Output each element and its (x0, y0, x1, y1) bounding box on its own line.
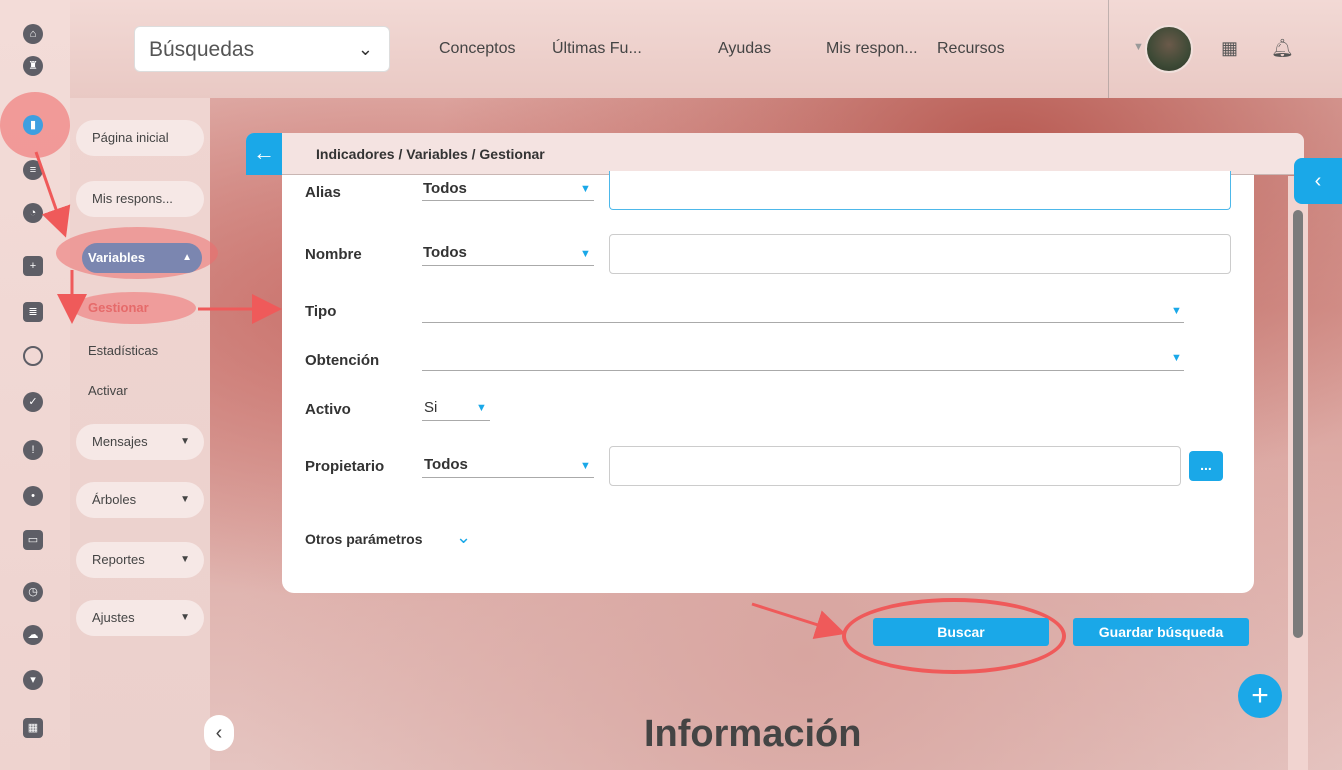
nav-mis-respon[interactable]: Mis respon... (826, 40, 918, 58)
caret-down-icon: ▼ (180, 494, 190, 505)
chevron-down-icon: ⌄ (357, 39, 373, 59)
submenu-estadisticas[interactable]: Estadísticas (88, 343, 158, 358)
caret-down-icon: ▼ (180, 612, 190, 623)
alias-input[interactable] (609, 171, 1231, 210)
informacion-heading: Información (644, 713, 862, 755)
guardar-busqueda-button[interactable]: Guardar búsqueda (1073, 618, 1249, 646)
search-select[interactable]: Búsquedas ⌄ (134, 26, 390, 72)
bell-icon[interactable]: 🔔︎ (1271, 38, 1294, 59)
caret-down-icon: ▼ (180, 554, 190, 565)
arrow-to-buscar (751, 602, 846, 640)
propietario-input[interactable] (609, 446, 1181, 486)
warning-icon[interactable]: ! (23, 440, 43, 460)
calendar-icon[interactable]: ▦ (23, 718, 43, 738)
dropdown-arrow-icon: ▼ (580, 183, 591, 195)
activo-select[interactable]: Si (424, 399, 437, 416)
cloud-icon[interactable]: ☁ (23, 625, 43, 645)
check-icon[interactable]: ✓ (23, 392, 43, 412)
activo-underline (422, 420, 490, 421)
activo-label: Activo (305, 401, 351, 418)
panel-header: ← Indicadores / Variables / Gestionar (246, 133, 1304, 175)
propietario-mode-select[interactable]: Todos (424, 456, 468, 473)
expand-right-panel-button[interactable]: ‹ (1294, 158, 1342, 204)
bar-chart-icon[interactable]: ▮ (23, 115, 43, 135)
buscar-button[interactable]: Buscar (873, 618, 1049, 646)
obtencion-select[interactable] (422, 370, 1184, 371)
obtencion-label: Obtención (305, 352, 380, 369)
nav-conceptos[interactable]: Conceptos (439, 40, 516, 58)
menu-mensajes[interactable]: Mensajes ▼ (76, 424, 204, 460)
icon-rail: ⌂ ♜ ▮ ≡ ◔ + ≣ ✓ ! • ▭ ◷ ☁ ▾ ▦ (0, 0, 70, 770)
calendar-icon[interactable]: ▦ (1221, 38, 1238, 59)
nombre-input[interactable] (609, 234, 1231, 274)
menu-variables[interactable]: Variables ▲ (82, 243, 202, 273)
home-icon[interactable]: ⌂ (23, 24, 43, 44)
dropdown-arrow-icon: ▼ (476, 402, 487, 414)
topbar: Búsquedas ⌄ Conceptos Últimas Fu... Ayud… (70, 0, 1342, 98)
menu-ajustes-label: Ajustes (92, 610, 135, 625)
collapse-menu-button[interactable]: ‹ (204, 715, 234, 751)
caret-up-icon: ▲ (182, 252, 192, 263)
submenu-activar[interactable]: Activar (88, 383, 128, 398)
menu-mis-respons-label: Mis respons... (92, 191, 173, 206)
propietario-mode-underline (422, 477, 594, 478)
dropdown-arrow-icon: ▼ (1171, 352, 1182, 364)
nombre-mode-underline (422, 265, 594, 266)
secondary-menu: Página inicial Mis respons... Mensajes ▼ … (70, 98, 210, 770)
nombre-mode-select[interactable]: Todos (423, 244, 467, 261)
caret-down-icon: ▼ (180, 436, 190, 447)
cycle-icon[interactable] (23, 346, 43, 366)
dropdown-arrow-icon: ▼ (580, 460, 591, 472)
menu-reportes[interactable]: Reportes ▼ (76, 542, 204, 578)
alias-mode-select[interactable]: Todos (423, 180, 467, 197)
search-select-label: Búsquedas (149, 38, 255, 61)
document-icon[interactable]: ≣ (23, 302, 43, 322)
nombre-label: Nombre (305, 246, 362, 263)
dropdown-arrow-icon: ▼ (1171, 305, 1182, 317)
presentation-icon[interactable]: ▭ (23, 530, 43, 550)
propietario-label: Propietario (305, 458, 385, 475)
menu-pagina-inicial-label: Página inicial (92, 130, 169, 145)
add-fab-button[interactable]: + (1238, 674, 1282, 718)
pie-chart-icon[interactable]: ◔ (23, 203, 43, 223)
cart-icon[interactable]: ▾ (23, 670, 43, 690)
topbar-divider (1108, 0, 1109, 98)
add-icon[interactable]: + (23, 256, 43, 276)
chevron-down-icon[interactable]: ⌄ (456, 527, 471, 548)
list-icon[interactable]: ≡ (23, 160, 43, 180)
submenu-gestionar[interactable]: Gestionar (88, 300, 149, 315)
otros-parametros-toggle[interactable]: Otros parámetros (305, 531, 422, 547)
menu-pagina-inicial[interactable]: Página inicial (76, 120, 204, 156)
menu-ajustes[interactable]: Ajustes ▼ (76, 600, 204, 636)
menu-arboles-label: Árboles (92, 492, 137, 507)
propietario-lookup-button[interactable]: ... (1189, 451, 1223, 481)
menu-mensajes-label: Mensajes (92, 434, 148, 449)
alias-label: Alias (305, 184, 341, 201)
users-icon[interactable]: • (23, 486, 43, 506)
menu-variables-label: Variables (88, 250, 146, 265)
menu-mis-respons[interactable]: Mis respons... (76, 181, 204, 217)
nav-ultimas[interactable]: Últimas Fu... (552, 40, 642, 58)
nav-more-caret-icon[interactable]: ▼ (1133, 41, 1144, 53)
nav-recursos[interactable]: Recursos (937, 40, 1005, 58)
menu-arboles[interactable]: Árboles ▼ (76, 482, 204, 518)
tower-icon[interactable]: ♜ (23, 56, 43, 76)
menu-reportes-label: Reportes (92, 552, 145, 567)
dropdown-arrow-icon: ▼ (580, 248, 591, 260)
tipo-select[interactable] (422, 322, 1184, 323)
avatar[interactable] (1145, 25, 1193, 73)
clock-icon[interactable]: ◷ (23, 582, 43, 602)
nav-ayudas[interactable]: Ayudas (718, 40, 771, 58)
alias-mode-underline (422, 200, 594, 201)
scrollbar-thumb[interactable] (1293, 210, 1303, 638)
back-arrow-icon[interactable]: ← (246, 133, 282, 175)
breadcrumb: Indicadores / Variables / Gestionar (316, 146, 545, 162)
tipo-label: Tipo (305, 303, 337, 320)
